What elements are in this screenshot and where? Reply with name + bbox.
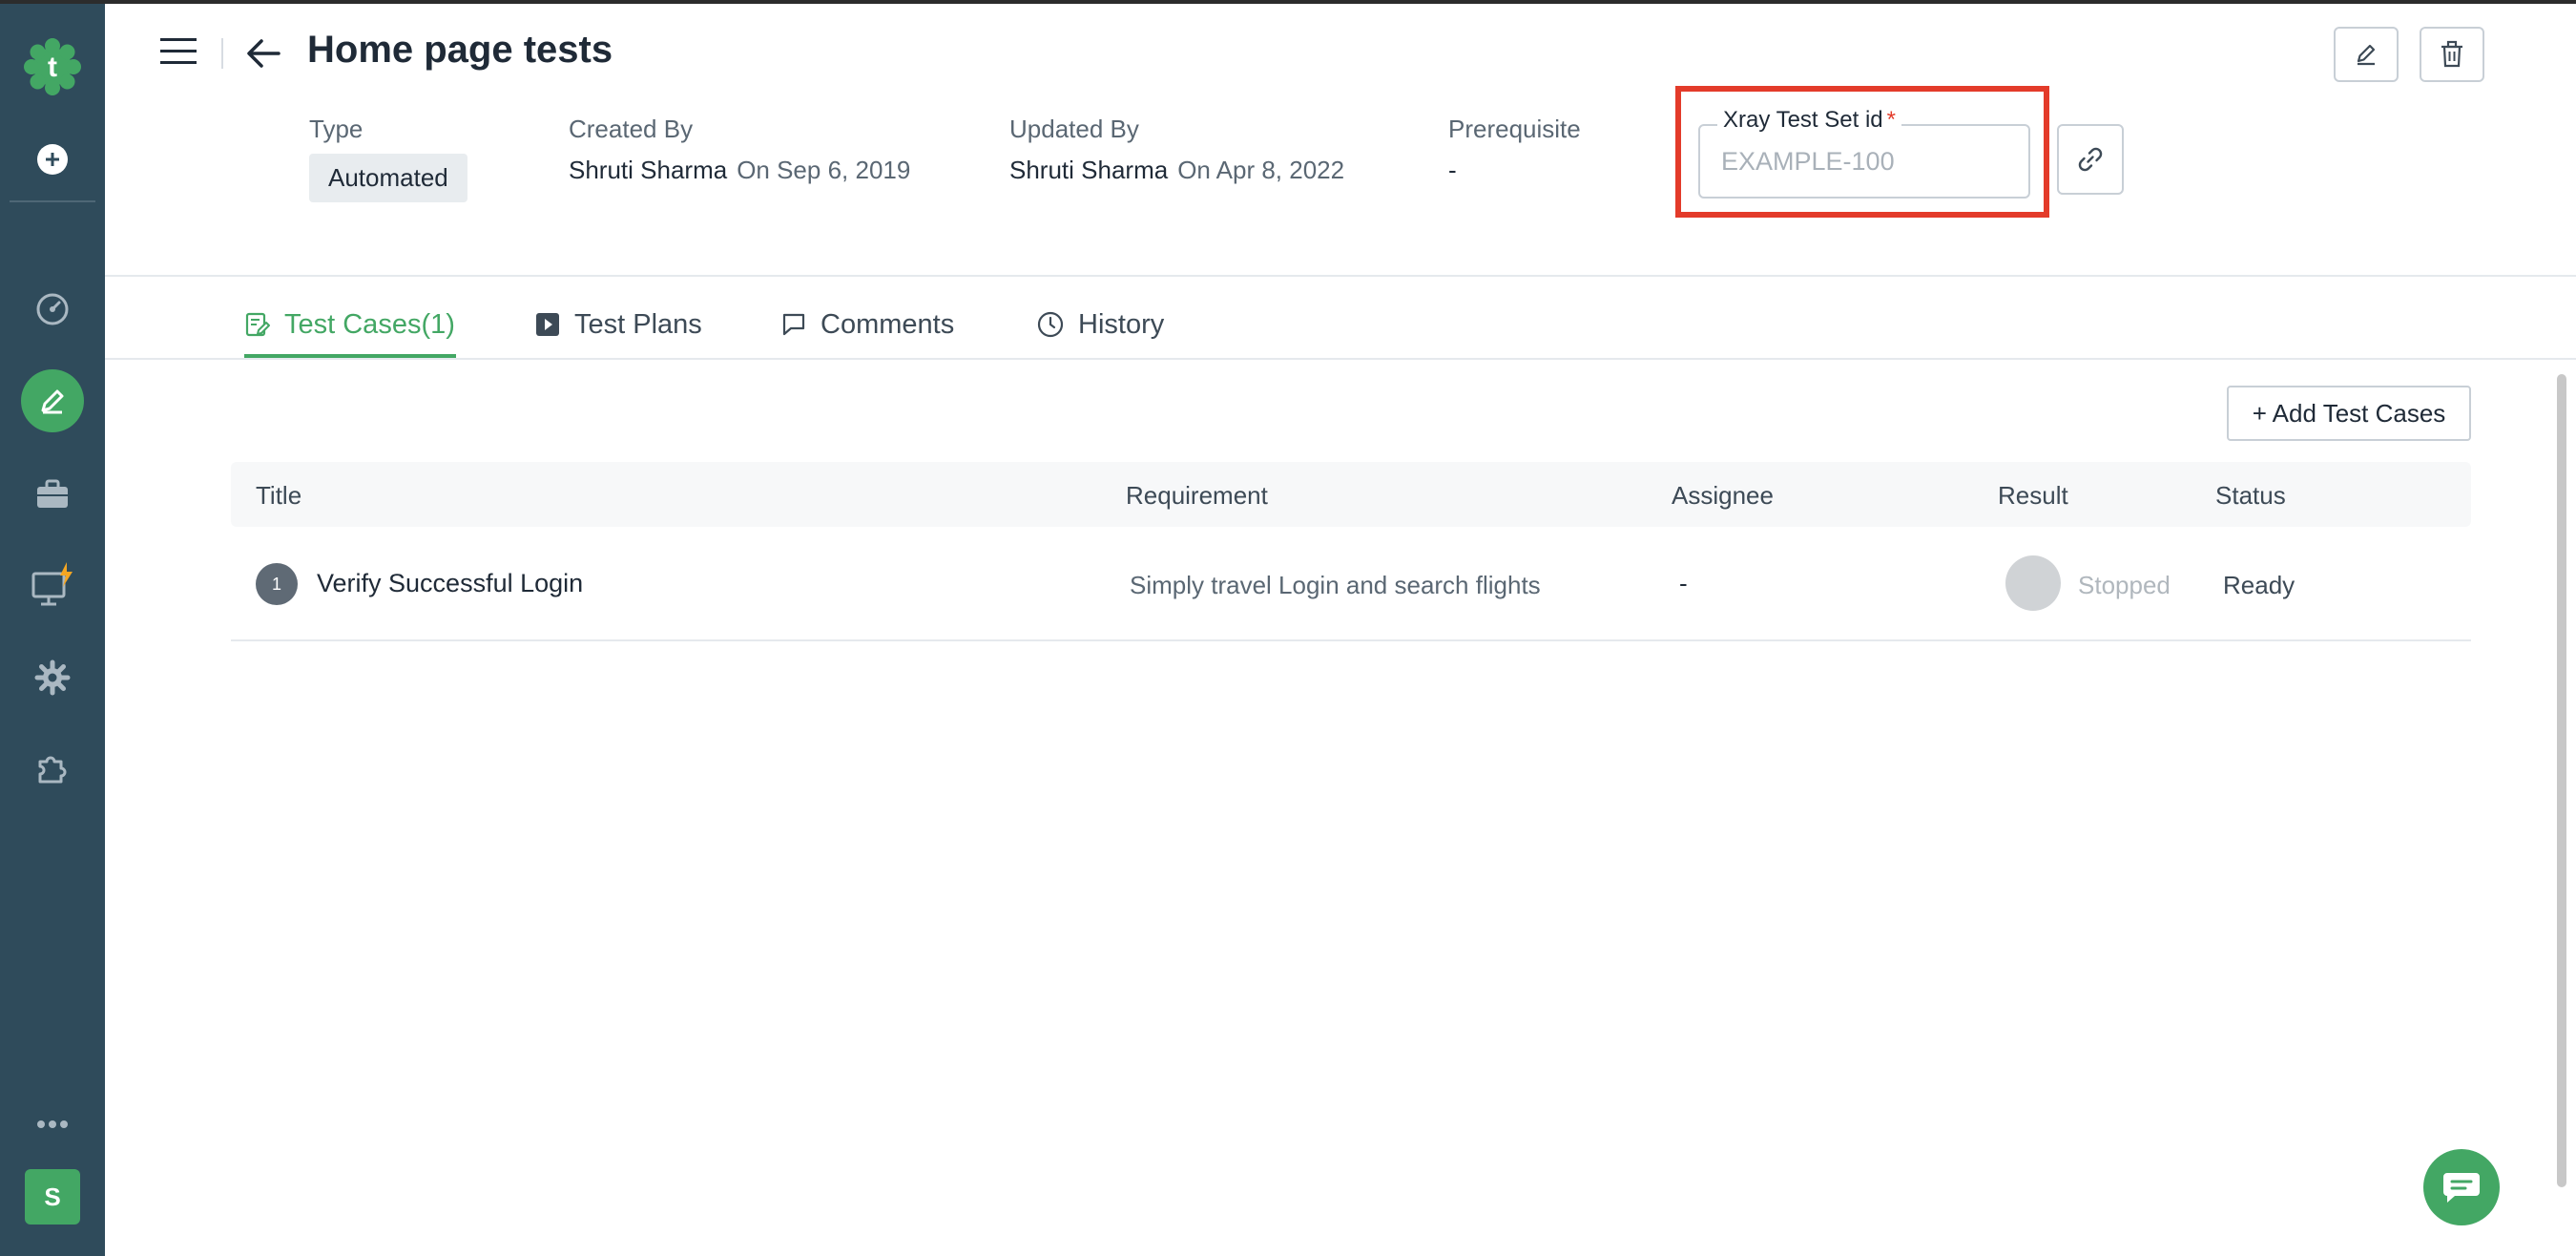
pencil-icon <box>2357 44 2376 66</box>
sidebar-item-settings[interactable] <box>0 651 105 704</box>
row-assignee: - <box>1679 569 1688 597</box>
column-assignee[interactable]: Assignee <box>1672 481 1774 511</box>
link-button[interactable] <box>2057 124 2124 195</box>
tab-comments[interactable]: Comments <box>780 298 954 351</box>
row-index: 1 <box>256 563 298 605</box>
result-status-dot <box>2005 555 2061 611</box>
column-requirement[interactable]: Requirement <box>1126 481 1268 511</box>
tab-test-plans[interactable]: Test Plans <box>534 298 702 351</box>
table-row[interactable]: 1 Verify Successful Login Simply travel … <box>231 527 2471 641</box>
updated-date: On Apr 8, 2022 <box>1177 156 1345 184</box>
row-result: Stopped <box>2078 571 2171 599</box>
tab-test-cases[interactable]: Test Cases(1) <box>244 298 455 351</box>
trash-icon <box>2441 40 2462 68</box>
user-avatar[interactable]: S <box>0 1168 105 1225</box>
xray-test-set-id-input[interactable] <box>1721 143 2007 179</box>
plus-circle-icon <box>37 144 68 175</box>
row-requirement: Simply travel Login and search flights <box>1130 571 1541 599</box>
briefcase-icon <box>37 479 68 508</box>
tab-history[interactable]: History <box>1036 298 1164 351</box>
create-button[interactable] <box>0 136 105 183</box>
sidebar-divider <box>10 200 95 202</box>
created-by-name: Shruti Sharma <box>569 156 728 184</box>
type-badge: Automated <box>309 154 467 202</box>
add-test-cases-button[interactable]: + Add Test Cases <box>2227 386 2471 441</box>
page-title: Home page tests <box>307 29 613 71</box>
monitor-lightning-icon <box>31 562 73 606</box>
comment-icon <box>782 313 805 336</box>
chat-support-button[interactable] <box>2423 1149 2500 1225</box>
testsigma-logo-icon: t <box>24 38 81 95</box>
table-header: Title Requirement Assignee Result Status <box>231 462 2471 527</box>
prerequisite-value: - <box>1448 156 1457 184</box>
vertical-scrollbar[interactable] <box>2557 374 2566 1187</box>
xray-field-label: Xray Test Set id * <box>1717 107 1901 134</box>
updated-by-name: Shruti Sharma <box>1009 156 1169 184</box>
gear-icon <box>34 659 71 696</box>
meta-created-label: Created By <box>569 115 694 143</box>
column-result[interactable]: Result <box>1998 481 2068 511</box>
meta-created-by: Created By Shruti Sharma On Sep 6, 2019 <box>569 115 910 185</box>
window-top-border <box>0 0 2576 4</box>
clock-icon <box>1037 311 1064 338</box>
tab-test-cases-label: Test Cases(1) <box>284 308 455 340</box>
meta-prerequisite: Prerequisite - <box>1448 115 1581 185</box>
column-title[interactable]: Title <box>256 481 301 511</box>
meta-type-label: Type <box>309 115 364 143</box>
sidebar-item-test-development[interactable] <box>0 368 105 433</box>
link-icon <box>2078 147 2103 172</box>
header-separator <box>221 38 223 69</box>
chat-icon <box>2443 1173 2480 1203</box>
meta-updated-label: Updated By <box>1009 115 1139 143</box>
puzzle-icon <box>38 756 67 784</box>
sidebar-item-test-runs[interactable] <box>0 554 105 615</box>
sidebar-item-dashboard[interactable] <box>0 283 105 336</box>
meta-updated-by: Updated By Shruti Sharma On Apr 8, 2022 <box>1009 115 1344 185</box>
svg-text:t: t <box>48 52 57 83</box>
tabs-divider <box>105 358 2576 360</box>
tab-test-plans-label: Test Plans <box>574 308 702 340</box>
delete-button[interactable] <box>2420 27 2484 82</box>
meta-type: Type Automated <box>309 115 467 202</box>
header-divider <box>105 275 2576 277</box>
row-title-link[interactable]: Verify Successful Login <box>317 569 583 598</box>
menu-icon[interactable] <box>160 36 198 67</box>
sidebar-item-add-ons[interactable] <box>0 741 105 794</box>
pencil-icon <box>41 389 64 414</box>
sidebar: t S <box>0 4 105 1256</box>
back-arrow-icon[interactable] <box>244 34 282 73</box>
row-status: Ready <box>2223 571 2296 599</box>
sidebar-more-button[interactable] <box>0 1107 105 1141</box>
created-date: On Sep 6, 2019 <box>737 156 911 184</box>
tab-history-label: History <box>1078 308 1165 340</box>
meta-prerequisite-label: Prerequisite <box>1448 115 1581 143</box>
edit-button[interactable] <box>2334 27 2399 82</box>
play-square-icon <box>536 313 559 336</box>
more-icon <box>37 1120 68 1128</box>
column-status[interactable]: Status <box>2215 481 2286 511</box>
edit-list-icon <box>245 312 270 337</box>
tab-comments-label: Comments <box>821 308 955 340</box>
app-logo[interactable]: t <box>0 32 105 101</box>
sidebar-item-projects[interactable] <box>0 468 105 521</box>
gauge-icon <box>36 293 69 325</box>
